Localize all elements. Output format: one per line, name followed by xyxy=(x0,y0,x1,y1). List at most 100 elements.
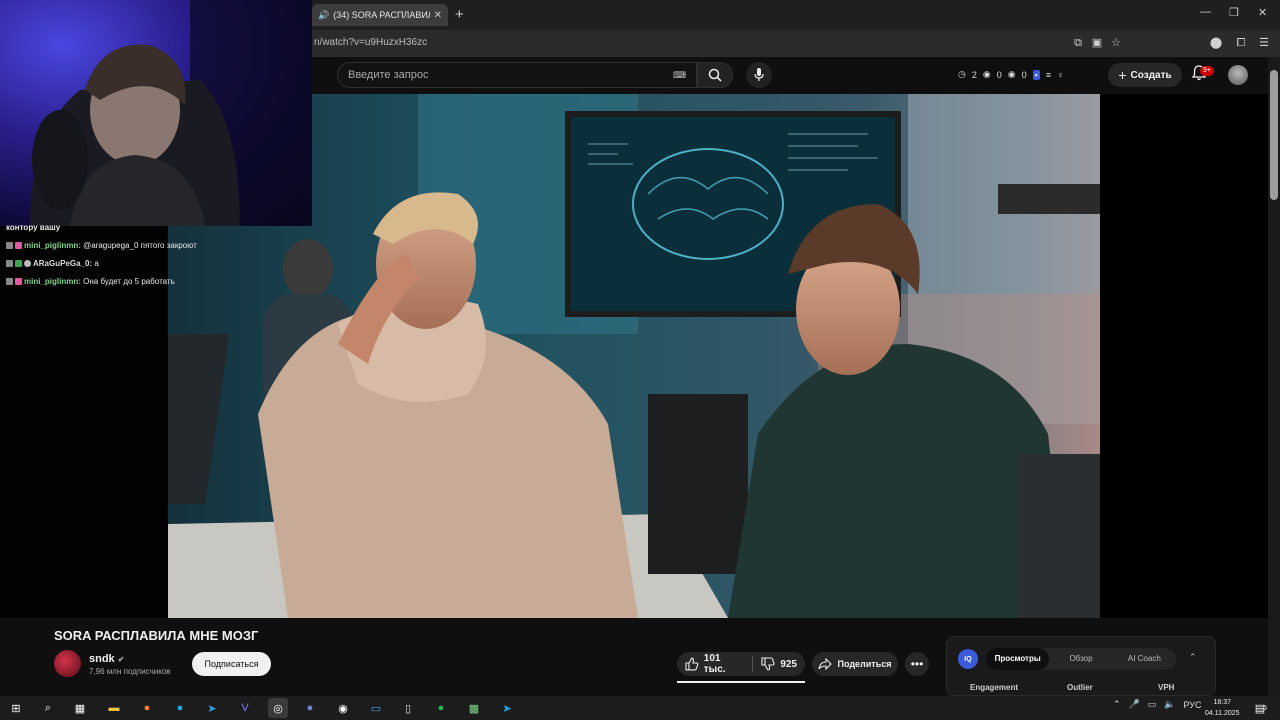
voice-search-button[interactable] xyxy=(746,62,772,88)
edge-icon[interactable]: ● xyxy=(170,698,190,718)
subscriber-count: 7,96 млн подписчиков xyxy=(89,667,171,676)
stat-value: 0 xyxy=(996,69,1002,80)
video-title: SORA РАСПЛАВИЛА МНЕ МОЗГ xyxy=(54,628,259,643)
like-dislike-group: 101 тыс. 925 xyxy=(677,652,805,676)
url-field[interactable]: n/watch?v=u9HuzxH36zc xyxy=(314,37,427,48)
channel-avatar[interactable] xyxy=(54,650,81,677)
action-center-badge: 5 xyxy=(1263,705,1267,712)
menu-icon[interactable]: ☰ xyxy=(1256,35,1272,51)
user-avatar[interactable] xyxy=(1228,65,1248,85)
firefox-icon[interactable]: ● xyxy=(137,698,157,718)
like-ratio-bar xyxy=(677,681,805,683)
volume-icon[interactable]: 🔈 xyxy=(1164,699,1175,710)
like-count: 101 тыс. xyxy=(703,653,726,675)
action-center-icon[interactable]: ▤ xyxy=(1250,698,1270,718)
windows-taskbar xyxy=(0,696,1280,720)
visual-studio-icon[interactable]: V xyxy=(235,698,255,718)
start-windows-icon[interactable]: ⊞ xyxy=(6,698,26,718)
eye-icon: ◉ xyxy=(1007,69,1016,79)
badge-icon xyxy=(6,260,13,267)
column-engagement: Engagement xyxy=(970,683,1019,692)
stream-chat xyxy=(0,226,168,626)
close-window-button[interactable]: ✕ xyxy=(1258,6,1267,19)
share-label: Поделиться xyxy=(837,659,892,669)
check-badge-icon xyxy=(15,260,22,267)
search-icon xyxy=(708,68,722,82)
thumbs-up-icon xyxy=(685,657,699,671)
channel-name-text[interactable]: sndk xyxy=(89,653,115,665)
avatar-badge-icon xyxy=(24,260,31,267)
plus-icon: + xyxy=(1118,67,1127,83)
share-button[interactable]: Поделиться xyxy=(812,652,898,676)
create-button[interactable]: + Создать xyxy=(1108,63,1182,87)
maximize-button[interactable]: ❐ xyxy=(1229,6,1239,19)
dislike-button[interactable]: 925 xyxy=(753,652,805,676)
notification-badge: 9+ xyxy=(1200,66,1214,76)
language-indicator[interactable]: РУС xyxy=(1184,700,1202,710)
more-actions-button[interactable]: ••• xyxy=(905,652,929,676)
chrome-icon[interactable]: ◎ xyxy=(268,698,288,718)
create-label: Создать xyxy=(1130,69,1172,81)
close-tab-icon[interactable]: ✕ xyxy=(434,10,442,21)
bookmark-star-icon[interactable]: ☆ xyxy=(1108,35,1124,51)
badge-icon xyxy=(6,242,13,249)
task-view-icon[interactable]: ▦ xyxy=(70,698,90,718)
chat-username: mini_piglinmn: xyxy=(24,277,81,286)
stat-value: 2 xyxy=(971,69,977,80)
search-input[interactable]: Введите запрос ⌨ xyxy=(337,62,697,88)
tab-views[interactable]: Просмотры xyxy=(986,648,1050,670)
lightbulb-icon[interactable]: ♀ xyxy=(1057,70,1064,80)
spotify-icon[interactable]: ● xyxy=(431,698,451,718)
search-button[interactable] xyxy=(697,62,733,88)
network-icon[interactable]: ▭ xyxy=(1148,699,1157,710)
monitor-app-icon[interactable]: ▭ xyxy=(366,698,386,718)
tab-overview[interactable]: Обзор xyxy=(1049,648,1112,670)
column-outlier: Outlier xyxy=(1067,683,1093,692)
search-taskbar-icon[interactable]: ⌕ xyxy=(38,698,58,718)
collapse-chevron-icon[interactable]: ⌃ xyxy=(1189,652,1197,663)
game-app-icon[interactable]: ▩ xyxy=(464,698,484,718)
new-tab-button[interactable]: + xyxy=(455,6,464,23)
chat-text: а xyxy=(94,259,99,268)
discord-icon[interactable]: ● xyxy=(300,698,320,718)
scrollbar-thumb[interactable] xyxy=(1270,70,1278,200)
iq-extension-icon[interactable]: ▪ xyxy=(1032,69,1040,80)
webcam-overlay xyxy=(0,0,312,226)
iq-tabs: Просмотры Обзор AI Coach xyxy=(986,648,1176,670)
list-icon[interactable]: ≡ xyxy=(1046,70,1051,80)
taskbar-clock[interactable]: 18:37 04.11.2025 xyxy=(1205,697,1240,719)
keyboard-icon[interactable]: ⌨ xyxy=(673,70,686,81)
secondary-panel xyxy=(1100,94,1268,618)
telegram-notify-icon[interactable]: ➤ xyxy=(497,698,517,718)
cast-icon[interactable]: ▣ xyxy=(1089,35,1105,51)
minimize-button[interactable]: — xyxy=(1200,6,1211,18)
eye-icon: ◉ xyxy=(982,69,991,79)
tab-ai-coach[interactable]: AI Coach xyxy=(1113,648,1176,670)
chat-username: mini_piglinmn: xyxy=(24,241,81,250)
tray-chevron-icon[interactable]: ⌃ xyxy=(1113,699,1121,710)
microphone-icon xyxy=(754,68,764,81)
channel-name[interactable]: sndk ✔ xyxy=(89,653,124,665)
subscribe-button[interactable]: Подписаться xyxy=(192,652,271,676)
clock-icon: ◷ xyxy=(958,69,966,79)
badge-icon xyxy=(6,278,13,285)
telegram-icon[interactable]: ➤ xyxy=(202,698,222,718)
notepad-icon[interactable]: ▯ xyxy=(398,698,418,718)
iq-logo: IQ xyxy=(958,649,978,669)
like-button[interactable]: 101 тыс. xyxy=(677,652,752,676)
clock-time: 18:37 xyxy=(1213,699,1232,706)
picture-in-picture-icon[interactable]: ⧉ xyxy=(1070,35,1086,51)
heart-badge-icon xyxy=(15,278,22,285)
microphone-tray-icon[interactable]: 🎤 xyxy=(1129,699,1140,710)
search-placeholder: Введите запрос xyxy=(348,69,429,81)
file-explorer-icon[interactable]: ▬ xyxy=(104,698,124,718)
share-icon xyxy=(818,658,833,670)
obs-icon[interactable]: ◉ xyxy=(333,698,353,718)
speaker-icon[interactable]: 🔊 xyxy=(318,10,329,21)
chat-line: mini_piglinmn: @aragupega_0 пятого закро… xyxy=(6,241,197,250)
extension-icon[interactable]: ⬤ xyxy=(1208,35,1224,51)
browser-tab-active[interactable]: 🔊 (34) SORA РАСПЛАВИЛА М ✕ xyxy=(312,4,448,26)
heart-badge-icon xyxy=(15,242,22,249)
extensions-puzzle-icon[interactable]: ⧠ xyxy=(1233,35,1249,51)
tab-title: (34) SORA РАСПЛАВИЛА М xyxy=(333,10,429,20)
